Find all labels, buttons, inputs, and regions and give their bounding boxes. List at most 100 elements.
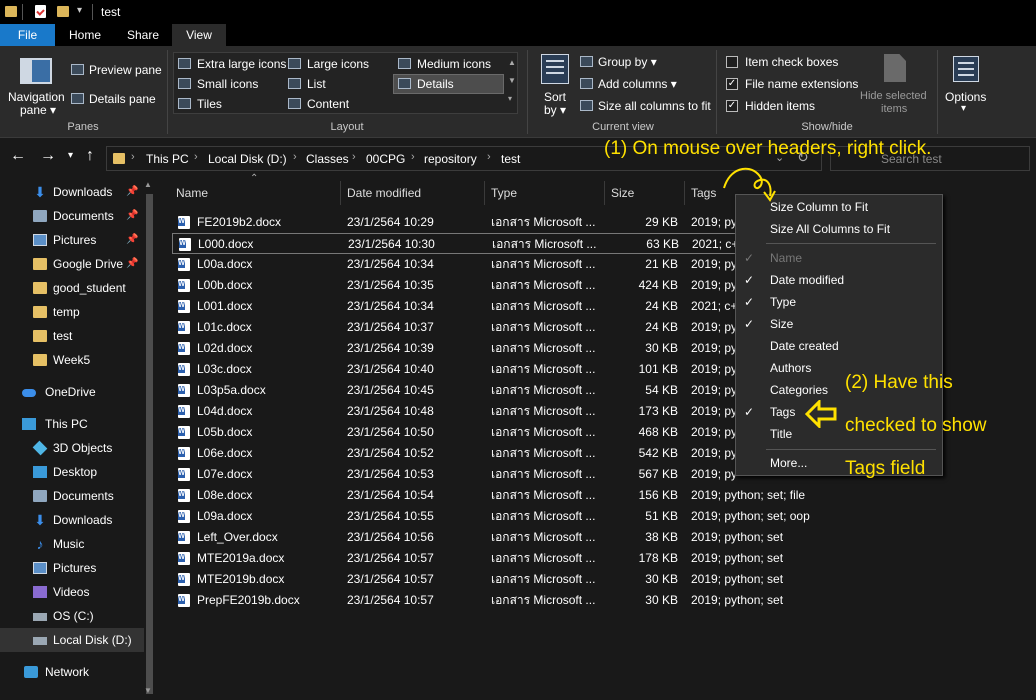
layout-extra-large-icons[interactable]: Extra large icons: [197, 57, 286, 71]
sidebar-item[interactable]: ⬇ Downloads 📌: [0, 180, 145, 204]
preview-pane-button[interactable]: Preview pane: [89, 63, 162, 77]
file-row[interactable]: FE2019b2.docx 23/1/2564 10:29 เอกสาร Mic…: [172, 212, 792, 233]
sidebar-item[interactable]: Pictures: [0, 556, 145, 580]
file-row[interactable]: Left_Over.docx 23/1/2564 10:56 เอกสาร Mi…: [172, 527, 792, 548]
file-row[interactable]: L04d.docx 23/1/2564 10:48 เอกสาร Microso…: [172, 401, 792, 422]
hide-selected-button[interactable]: Hide selected: [860, 90, 927, 102]
pin-icon[interactable]: 📌: [126, 228, 138, 252]
new-folder-icon[interactable]: [57, 6, 69, 17]
breadcrumb-item[interactable]: test: [501, 152, 520, 166]
file-row[interactable]: L00a.docx 23/1/2564 10:34 เอกสาร Microso…: [172, 254, 792, 275]
sidebar-item[interactable]: Videos: [0, 580, 145, 604]
file-row[interactable]: L02d.docx 23/1/2564 10:39 เอกสาร Microso…: [172, 338, 792, 359]
pin-icon[interactable]: 📌: [126, 204, 138, 228]
column-header-type[interactable]: Type: [485, 181, 605, 205]
item-check-boxes-label[interactable]: Item check boxes: [745, 55, 838, 69]
file-row[interactable]: L00b.docx 23/1/2564 10:35 เอกสาร Microso…: [172, 275, 792, 296]
column-header-size[interactable]: Size: [605, 181, 685, 205]
layout-content[interactable]: Content: [307, 97, 349, 111]
menu-item-column-toggle[interactable]: Date created: [736, 335, 942, 357]
tab-share[interactable]: Share: [118, 24, 168, 46]
pin-icon[interactable]: 📌: [126, 180, 138, 204]
details-pane-button[interactable]: Details pane: [89, 92, 156, 106]
navigation-pane-button[interactable]: Navigation: [8, 90, 65, 104]
column-header-date-modified[interactable]: Date modified: [341, 181, 485, 205]
tab-file[interactable]: File: [0, 24, 55, 46]
tab-view[interactable]: View: [172, 24, 226, 46]
layout-list[interactable]: List: [307, 77, 326, 91]
file-row[interactable]: MTE2019b.docx 23/1/2564 10:57 เอกสาร Mic…: [172, 569, 792, 590]
hidden-items-checkbox[interactable]: ✓: [726, 100, 738, 112]
sidebar-item-network[interactable]: Network: [0, 660, 145, 684]
breadcrumb-item[interactable]: This PC: [146, 152, 189, 166]
recent-locations-icon[interactable]: ▾: [68, 150, 73, 161]
menu-item-column-toggle[interactable]: ✓ Date modified: [736, 269, 942, 291]
sort-by-button[interactable]: Sort: [544, 90, 566, 104]
up-arrow-icon[interactable]: ↑: [86, 147, 94, 165]
tab-home[interactable]: Home: [60, 24, 110, 46]
sidebar-scrollbar[interactable]: ▲ ▼: [144, 178, 156, 700]
menu-item-column-toggle[interactable]: ✓ Size: [736, 313, 942, 335]
breadcrumb-item[interactable]: Classes: [306, 152, 349, 166]
navigation-pane-dropdown[interactable]: pane ▾: [20, 103, 56, 117]
sidebar-item[interactable]: Desktop: [0, 460, 145, 484]
navigation-pane-icon[interactable]: [20, 58, 52, 84]
breadcrumb-item[interactable]: 00CPG: [366, 152, 405, 166]
add-columns-button[interactable]: Add columns ▾: [598, 77, 677, 91]
hidden-items-label[interactable]: Hidden items: [745, 99, 815, 113]
scroll-down-icon[interactable]: ▼: [144, 686, 152, 695]
pin-icon[interactable]: 📌: [126, 252, 138, 276]
breadcrumb-item[interactable]: Local Disk (D:): [208, 152, 287, 166]
file-name-extensions-label[interactable]: File name extensions: [745, 77, 858, 91]
sidebar-item[interactable]: Week5: [0, 348, 145, 372]
file-name-extensions-checkbox[interactable]: ✓: [726, 78, 738, 90]
sidebar-item[interactable]: good_student: [0, 276, 145, 300]
group-by-button[interactable]: Group by ▾: [598, 55, 657, 69]
sidebar-item-this-pc[interactable]: This PC: [0, 412, 145, 436]
options-button[interactable]: Options: [945, 90, 986, 104]
file-row[interactable]: L001.docx 23/1/2564 10:34 เอกสาร Microso…: [172, 296, 792, 317]
file-row[interactable]: L01c.docx 23/1/2564 10:37 เอกสาร Microso…: [172, 317, 792, 338]
item-check-boxes-checkbox[interactable]: [726, 56, 738, 68]
sidebar-item[interactable]: Documents: [0, 484, 145, 508]
file-row[interactable]: L07e.docx 23/1/2564 10:53 เอกสาร Microso…: [172, 464, 792, 485]
column-header-name[interactable]: Name: [170, 181, 341, 205]
sidebar-item[interactable]: Pictures 📌: [0, 228, 145, 252]
sort-by-dropdown[interactable]: by ▾: [544, 103, 566, 117]
file-row[interactable]: L08e.docx 23/1/2564 10:54 เอกสาร Microso…: [172, 485, 805, 506]
file-row[interactable]: PrepFE2019b.docx 23/1/2564 10:57 เอกสาร …: [172, 590, 792, 611]
layout-tiles[interactable]: Tiles: [197, 97, 222, 111]
forward-arrow-icon[interactable]: →: [40, 147, 56, 165]
menu-item-column-toggle[interactable]: ✓ Type: [736, 291, 942, 313]
sidebar-item[interactable]: 3D Objects: [0, 436, 145, 460]
scroll-up-icon[interactable]: ▲: [144, 180, 152, 189]
file-row[interactable]: L09a.docx 23/1/2564 10:55 เอกสาร Microso…: [172, 506, 810, 527]
file-row[interactable]: L03c.docx 23/1/2564 10:40 เอกสาร Microso…: [172, 359, 792, 380]
sidebar-item[interactable]: temp: [0, 300, 145, 324]
size-all-columns-button[interactable]: Size all columns to fit: [598, 99, 711, 113]
layout-medium-icons[interactable]: Medium icons: [417, 57, 491, 71]
back-arrow-icon[interactable]: ←: [10, 147, 26, 165]
gallery-scroll-arrows-icon[interactable]: ▲ ▼ ▾: [508, 54, 516, 108]
layout-large-icons[interactable]: Large icons: [307, 57, 369, 71]
layout-details[interactable]: Details: [417, 77, 454, 91]
sidebar-item-onedrive[interactable]: OneDrive: [0, 380, 145, 404]
file-row[interactable]: MTE2019a.docx 23/1/2564 10:57 เอกสาร Mic…: [172, 548, 792, 569]
options-dropdown-icon[interactable]: ▾: [961, 103, 966, 114]
menu-item-size-all-columns-to-fit[interactable]: Size All Columns to Fit: [736, 218, 942, 240]
customize-quick-access-icon[interactable]: ▾: [77, 5, 82, 16]
sidebar-item[interactable]: Google Drive 📌: [0, 252, 145, 276]
sidebar-item[interactable]: ⬇ Downloads: [0, 508, 145, 532]
sidebar-item[interactable]: Local Disk (D:): [0, 628, 145, 652]
layout-small-icons[interactable]: Small icons: [197, 77, 258, 91]
sidebar-item[interactable]: Documents 📌: [0, 204, 145, 228]
sidebar-item[interactable]: test: [0, 324, 145, 348]
file-row[interactable]: L05b.docx 23/1/2564 10:50 เอกสาร Microso…: [172, 422, 792, 443]
properties-icon[interactable]: [35, 5, 46, 18]
sidebar-item[interactable]: OS (C:): [0, 604, 145, 628]
breadcrumb-item[interactable]: repository: [424, 152, 477, 166]
file-row[interactable]: L000.docx 23/1/2564 10:30 เอกสาร Microso…: [172, 233, 792, 254]
file-row[interactable]: L06e.docx 23/1/2564 10:52 เอกสาร Microso…: [172, 443, 792, 464]
sidebar-scroll-thumb[interactable]: [146, 194, 153, 694]
sidebar-item[interactable]: ♪ Music: [0, 532, 145, 556]
